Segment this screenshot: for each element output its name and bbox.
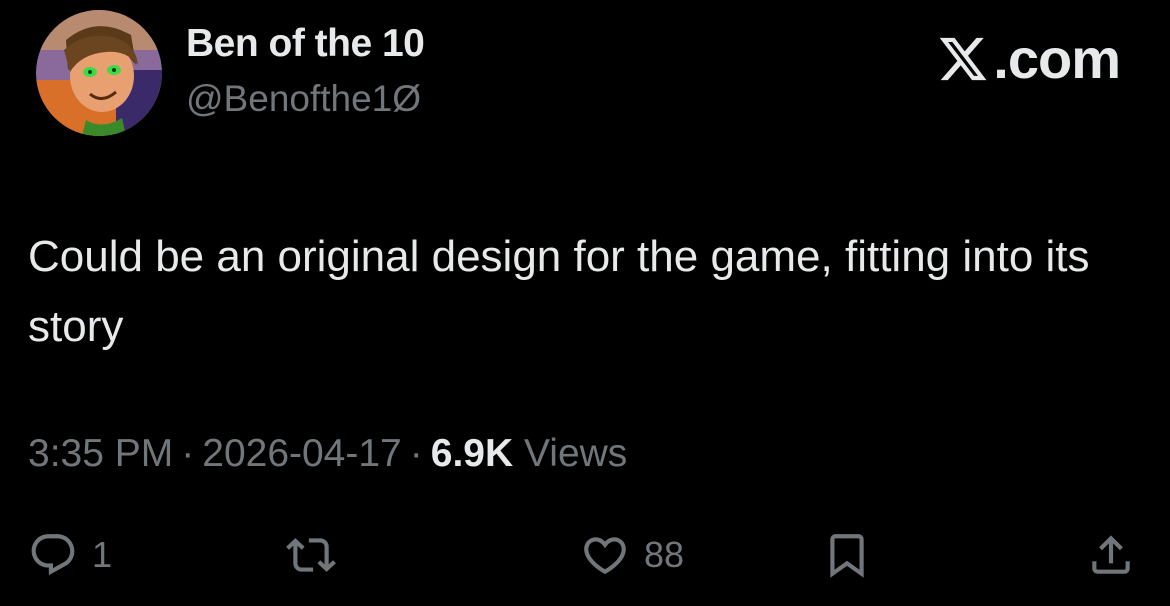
display-name[interactable]: Ben of the 10 xyxy=(186,22,425,66)
user-handle[interactable]: @Benofthe1Ø xyxy=(186,78,421,120)
tweet-meta: 3:35 PM · 2026-04-17 · 6.9K Views xyxy=(28,432,627,476)
meta-separator: · xyxy=(409,432,423,475)
views-count[interactable]: 6.9K xyxy=(431,432,513,475)
views-label[interactable]: Views xyxy=(524,432,627,475)
tweet-time[interactable]: 3:35 PM xyxy=(28,432,173,475)
share-icon xyxy=(1092,535,1130,574)
like-count: 88 xyxy=(644,534,685,575)
tweet-text: Could be an original design for the game… xyxy=(28,232,1090,351)
meta-separator: · xyxy=(181,432,195,475)
heart-icon xyxy=(584,537,626,575)
reply-button[interactable]: 1 xyxy=(28,530,112,580)
tweet-card: Ben of the 10 @Benofthe1Ø .com Could be … xyxy=(0,0,1170,606)
avatar[interactable] xyxy=(36,10,162,136)
retweet-icon xyxy=(286,538,336,572)
share-button[interactable] xyxy=(1086,530,1136,580)
x-logo-icon xyxy=(940,37,987,80)
retweet-button[interactable] xyxy=(286,530,350,580)
bookmark-icon xyxy=(830,534,864,578)
reply-count: 1 xyxy=(92,534,113,575)
brand-watermark: .com xyxy=(937,26,1121,91)
reply-icon xyxy=(31,534,75,576)
like-button[interactable]: 88 xyxy=(580,530,684,580)
bookmark-button[interactable] xyxy=(822,530,872,580)
tweet-date[interactable]: 2026-04-17 xyxy=(202,432,402,475)
brand-label: .com xyxy=(993,27,1121,90)
